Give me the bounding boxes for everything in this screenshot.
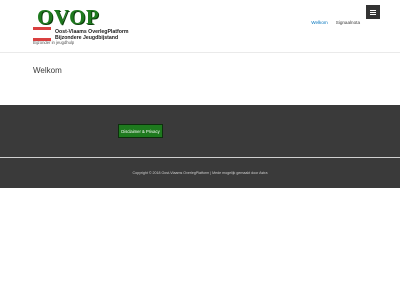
logo-accent-bar-top <box>33 27 51 30</box>
disclaimer-privacy-button[interactable]: Disclaimer & Privacy <box>118 124 163 138</box>
hamburger-icon[interactable] <box>366 5 380 19</box>
logo-wordmark: OVOP <box>37 5 100 29</box>
header-divider <box>0 52 400 53</box>
copyright-text: Copyright © 2018 Oost-Vlaams OverlegPlat… <box>132 171 268 175</box>
hamburger-line <box>370 9 376 11</box>
page-title: Welkom <box>33 66 62 75</box>
hamburger-line <box>370 11 376 13</box>
footer-widgets-area <box>0 105 400 157</box>
main-navigation: Welkom Signaalnota <box>311 20 360 25</box>
nav-item-signaalnota[interactable]: Signaalnota <box>336 20 360 25</box>
nav-item-welkom[interactable]: Welkom <box>311 20 328 25</box>
hamburger-line <box>370 13 376 15</box>
site-tagline: Bijzonder in jeugdhulp <box>33 40 75 45</box>
site-header: OVOP Oost-Vlaams OverlegPlatform Bijzond… <box>0 0 400 52</box>
